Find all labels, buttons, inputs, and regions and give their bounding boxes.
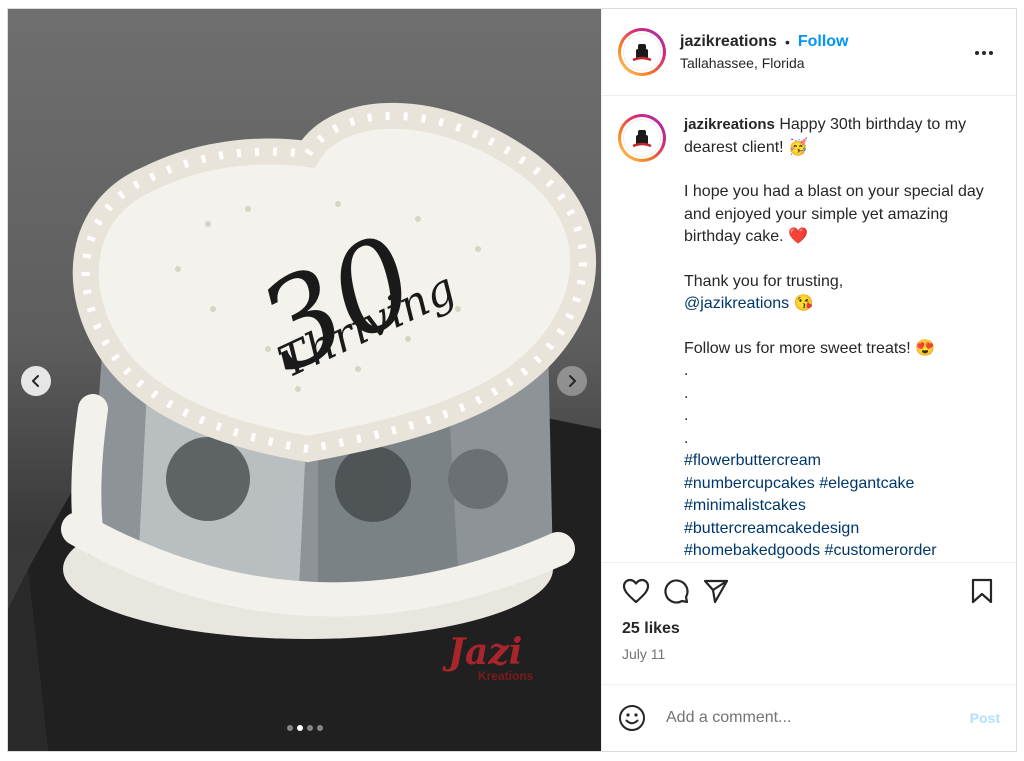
carousel-dot (286, 725, 293, 731)
carousel-prev-button[interactable] (21, 366, 51, 396)
more-horizontal-icon (975, 51, 993, 55)
caption-dot: . (684, 384, 689, 402)
post-side-panel: jazikreations • Follow Tallahassee, Flor… (601, 9, 1016, 751)
caption-dot: . (684, 429, 689, 447)
more-options-button[interactable] (974, 43, 994, 61)
caption-line: Thank you for trusting, (684, 272, 844, 290)
hashtag-link[interactable]: #minimalistcakes (684, 495, 989, 518)
brand-logo-icon (632, 44, 652, 62)
brand-logo-icon (632, 130, 652, 148)
caption-line: Follow us for more sweet treats! 😍 (684, 339, 936, 357)
carousel-indicator (8, 725, 601, 731)
chevron-right-icon (569, 375, 576, 387)
header-username[interactable]: jazikreations (680, 33, 777, 51)
comment-button[interactable] (656, 571, 696, 611)
carousel-dot (306, 725, 313, 731)
mention-link[interactable]: @jazikreations (684, 295, 789, 312)
caption-line: I hope you had a blast on your special d… (684, 183, 984, 245)
emoji-smile-icon (619, 705, 645, 731)
caption-dot: . (684, 407, 689, 424)
post-image[interactable]: 30 Thriving Jazi Kreations (8, 9, 601, 751)
post-comment-button[interactable]: Post (970, 710, 1000, 726)
caption-avatar[interactable] (618, 114, 666, 162)
location-link[interactable]: Tallahassee, Florida (680, 55, 849, 71)
watermark-line2: Kreations (478, 669, 534, 683)
header-separator: • (784, 34, 790, 50)
comment-input[interactable] (664, 708, 970, 728)
comment-bar: Post (602, 684, 1016, 751)
caption-text: jazikreations Happy 30th birthday to my … (684, 114, 989, 562)
watermark-line1: Jazi (442, 631, 522, 673)
likes-count[interactable]: 25 likes (602, 620, 1016, 638)
post-header: jazikreations • Follow Tallahassee, Flor… (602, 9, 1016, 96)
like-button[interactable] (616, 571, 656, 611)
avatar[interactable] (618, 28, 666, 76)
caption-emoji: 😘 (789, 295, 814, 312)
action-bar (602, 562, 1016, 618)
carousel-dot (316, 725, 323, 731)
chevron-left-icon (32, 375, 39, 387)
follow-button[interactable]: Follow (798, 33, 849, 51)
comment-bubble-icon (664, 578, 689, 604)
caption-username[interactable]: jazikreations (684, 116, 775, 133)
caption-section: jazikreations Happy 30th birthday to my … (602, 96, 1016, 562)
hashtag-link[interactable]: #buttercreamcakedesign (684, 518, 989, 541)
save-button[interactable] (962, 571, 1002, 611)
hashtag-link[interactable]: #homebakedgoods #customerorder (684, 540, 989, 562)
post-date[interactable]: July 11 (602, 646, 1016, 662)
bookmark-icon (971, 578, 993, 604)
post-dialog: 30 Thriving Jazi Kreations jazikreations… (7, 8, 1017, 752)
hashtag-link[interactable]: #flowerbuttercream (684, 450, 989, 473)
cake-photo: 30 Thriving Jazi Kreations (8, 102, 601, 751)
paper-plane-icon (703, 579, 729, 603)
hashtag-link[interactable]: #numbercupcakes #elegantcake (684, 473, 989, 496)
emoji-button[interactable] (618, 704, 646, 732)
heart-icon (622, 578, 650, 603)
carousel-next-button[interactable] (557, 366, 587, 396)
carousel-dot-active (296, 725, 303, 731)
caption-dot: . (684, 362, 689, 379)
share-button[interactable] (696, 571, 736, 611)
